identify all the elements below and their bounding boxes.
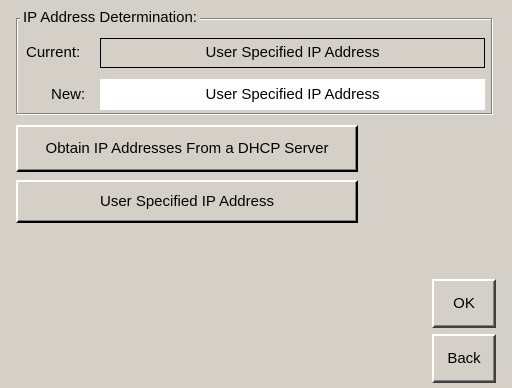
- current-label: Current:: [26, 44, 81, 61]
- obtain-dhcp-button[interactable]: Obtain IP Addresses From a DHCP Server: [16, 125, 358, 172]
- new-label: New:: [51, 86, 86, 103]
- back-button[interactable]: Back: [432, 334, 496, 383]
- user-specified-ip-button[interactable]: User Specified IP Address: [16, 180, 358, 223]
- new-value-field: User Specified IP Address: [100, 79, 485, 110]
- group-title: IP Address Determination:: [20, 9, 200, 27]
- current-value-field: User Specified IP Address: [100, 38, 485, 68]
- ok-button[interactable]: OK: [432, 279, 496, 328]
